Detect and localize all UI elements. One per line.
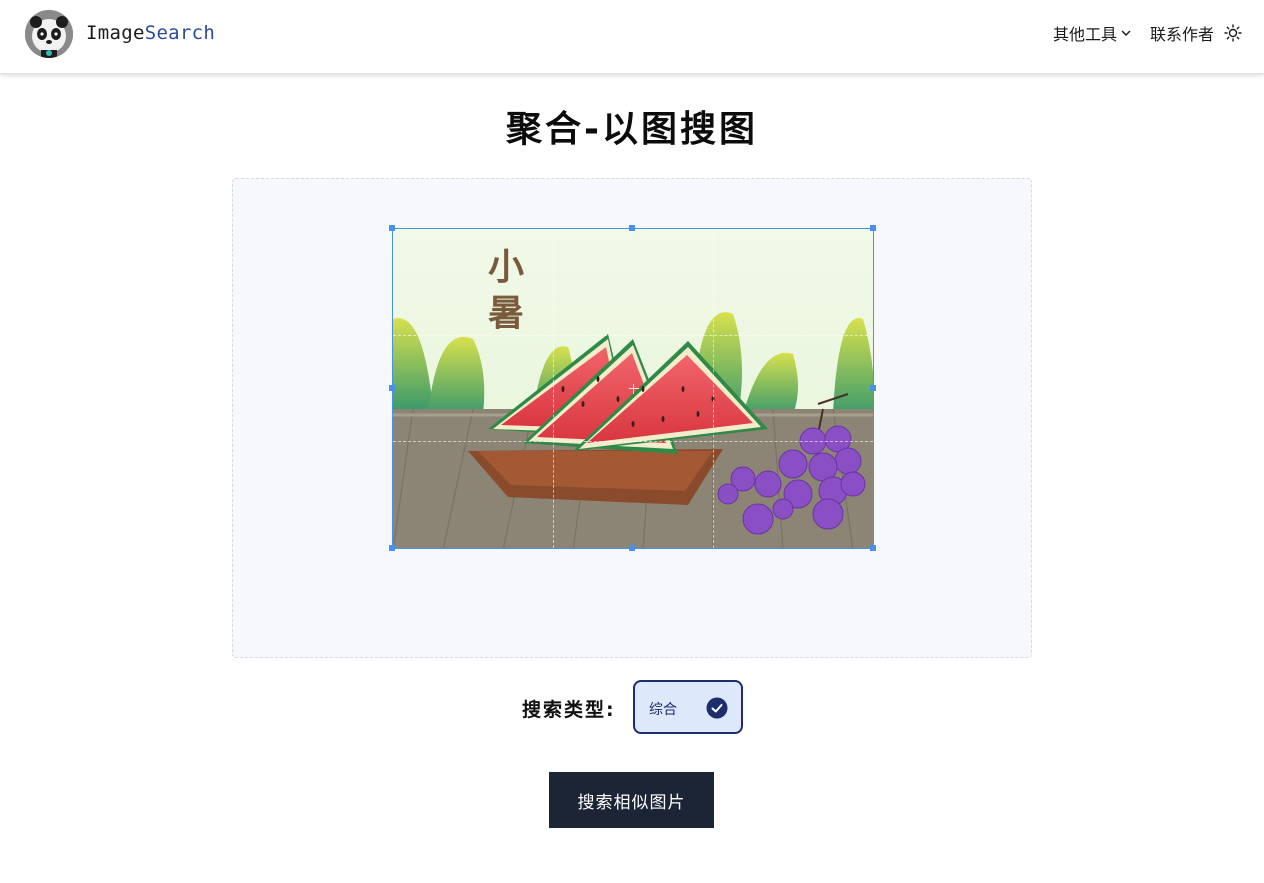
check-circle-icon bbox=[706, 697, 728, 719]
top-header: ImageSearch 其他工具 联系作者 bbox=[0, 0, 1264, 74]
chevron-down-icon bbox=[1121, 30, 1131, 36]
crop-handle-w[interactable] bbox=[389, 385, 395, 391]
crop-selection[interactable]: 小暑 bbox=[392, 228, 874, 549]
crop-guide-line bbox=[553, 229, 554, 548]
crop-handle-s[interactable] bbox=[629, 545, 635, 551]
search-type-option-comprehensive[interactable]: 综合 bbox=[633, 680, 743, 734]
brand-part-image: Image bbox=[86, 22, 145, 44]
search-type-option-label: 综合 bbox=[649, 702, 677, 718]
crop-center-mark bbox=[629, 384, 639, 394]
crop-handle-sw[interactable] bbox=[389, 545, 395, 551]
sun-icon[interactable] bbox=[1224, 24, 1242, 42]
crop-guide-line bbox=[393, 335, 873, 336]
brand-name[interactable]: ImageSearch bbox=[86, 22, 215, 44]
crop-guide-line bbox=[393, 441, 873, 442]
nav-contact-author[interactable]: 联系作者 bbox=[1150, 21, 1214, 45]
search-type-label: 搜索类型: bbox=[522, 699, 616, 721]
crop-handle-ne[interactable] bbox=[870, 225, 876, 231]
top-nav: 其他工具 联系作者 bbox=[1053, 21, 1242, 45]
crop-guide-line bbox=[713, 229, 714, 548]
nav-contact-author-label: 联系作者 bbox=[1149, 25, 1214, 44]
brand-part-search: Search bbox=[144, 22, 216, 44]
nav-other-tools-label: 其他工具 bbox=[1052, 25, 1117, 44]
crop-handle-e[interactable] bbox=[870, 385, 876, 391]
search-similar-images-button[interactable]: 搜索相似图片 bbox=[549, 772, 714, 828]
image-upload-area[interactable]: 小暑 bbox=[232, 178, 1032, 658]
page-title: 聚合-以图搜图 bbox=[506, 109, 758, 150]
crop-handle-nw[interactable] bbox=[389, 225, 395, 231]
crop-handle-se[interactable] bbox=[870, 545, 876, 551]
nav-other-tools[interactable]: 其他工具 bbox=[1053, 21, 1132, 45]
crop-handle-n[interactable] bbox=[629, 225, 635, 231]
panda-logo-icon[interactable] bbox=[25, 10, 73, 58]
